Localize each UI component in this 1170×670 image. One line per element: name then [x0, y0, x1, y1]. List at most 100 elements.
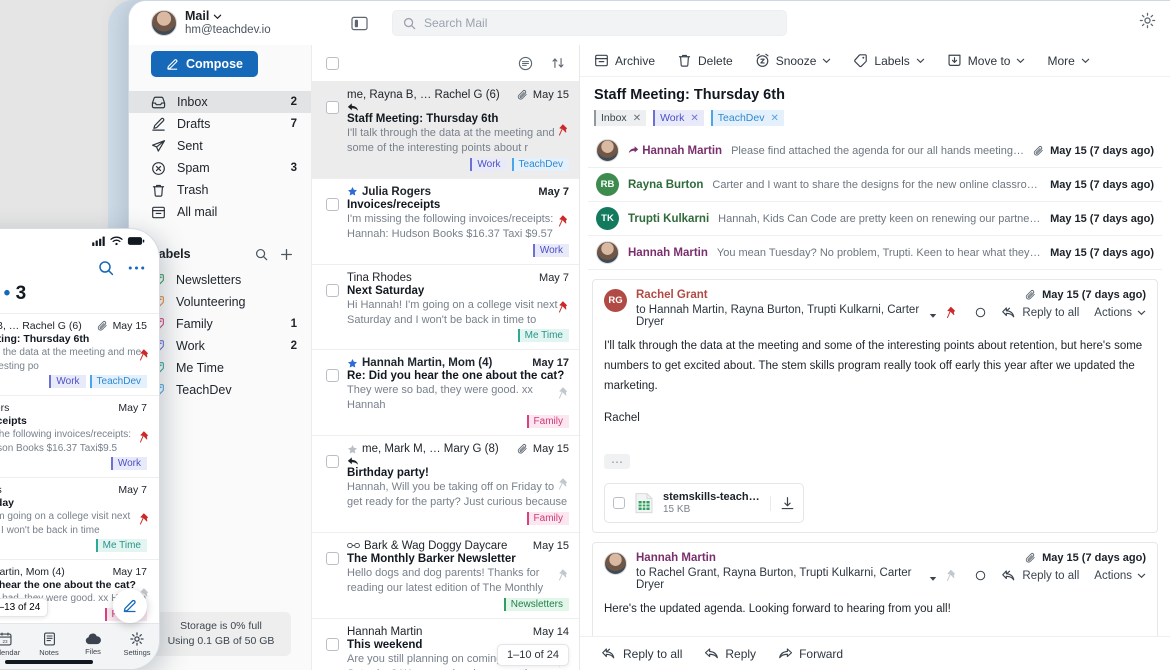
toolbar-snooze-button[interactable]: Snooze: [755, 53, 832, 68]
mobile-tab-settings[interactable]: Settings: [115, 632, 159, 657]
collapsed-message[interactable]: Hannah Martin Please find attached the a…: [588, 134, 1162, 168]
compose-button[interactable]: Compose: [151, 51, 258, 77]
pin-icon[interactable]: [558, 301, 571, 314]
sort-icon[interactable]: [551, 56, 565, 70]
sidebar-item-inbox[interactable]: Inbox 2: [129, 91, 311, 113]
thread-label-teachdev: TeachDev ✕: [710, 110, 784, 126]
message-checkbox[interactable]: [326, 455, 339, 469]
sidebar-item-sent[interactable]: Sent: [129, 135, 311, 157]
toggle-panel-icon[interactable]: [351, 16, 368, 31]
actions-menu-button[interactable]: Actions: [1094, 570, 1146, 582]
collapsed-message[interactable]: RB Rayna Burton Carter and I want to sha…: [588, 168, 1162, 202]
thread-messages[interactable]: Hannah Martin Please find attached the a…: [580, 134, 1170, 636]
message-labels: Me Time: [347, 329, 569, 343]
pin-icon[interactable]: [558, 215, 571, 228]
attachment-card[interactable]: stemskills-teachdev.xlsx 15 KB: [604, 483, 804, 524]
message-checkbox[interactable]: [326, 637, 339, 651]
settings-gear-icon[interactable]: [1139, 12, 1156, 29]
mobile-topbar: [0, 253, 159, 283]
search-box[interactable]: [392, 10, 787, 36]
toolbar-archive-button[interactable]: Archive: [594, 53, 655, 68]
pin-icon[interactable]: [558, 386, 571, 399]
forward-icon: [778, 646, 793, 661]
download-icon[interactable]: [770, 495, 795, 511]
mobile-message-item[interactable]: Julia Rogers May 7 voices/receipts n mis…: [0, 395, 159, 477]
sidebar-item-all mail[interactable]: All mail: [129, 201, 311, 223]
message-list-item[interactable]: Hannah Martin, Mom (4) May 17 Re: Did yo…: [312, 350, 579, 437]
message-list-item[interactable]: Julia Rogers May 7 Invoices/receipts I'm…: [312, 179, 579, 265]
pin-icon[interactable]: [139, 430, 152, 443]
message-checkbox[interactable]: [326, 101, 339, 114]
pin-icon[interactable]: [139, 512, 152, 525]
actions-menu-button[interactable]: Actions: [1094, 307, 1146, 319]
message-checkbox[interactable]: [326, 551, 339, 565]
mark-unread-icon[interactable]: [974, 306, 987, 319]
mark-unread-icon[interactable]: [974, 569, 987, 582]
filter-icon[interactable]: [518, 56, 533, 71]
toolbar-delete-button[interactable]: Delete: [677, 53, 733, 68]
sidebar-item-spam[interactable]: Spam 3: [129, 157, 311, 179]
message-recipients[interactable]: to Hannah Martin, Rayna Burton, Trupti K…: [636, 304, 937, 328]
message-checkbox[interactable]: [326, 197, 339, 211]
message-list-item[interactable]: me, Rayna B, … Rachel G (6) May 15 Staff…: [312, 82, 579, 179]
spam-icon: [151, 161, 166, 176]
toolbar-more-button[interactable]: More: [1047, 54, 1090, 68]
pin-message-icon[interactable]: [946, 306, 959, 319]
footer-reply-button[interactable]: Reply: [704, 646, 756, 661]
message-recipients[interactable]: to Rachel Grant, Rayna Burton, Trupti Ku…: [636, 567, 937, 591]
chevron-down-icon[interactable]: [213, 12, 222, 21]
message-checkbox[interactable]: [326, 283, 339, 297]
footer-reply-to-all-button[interactable]: Reply to all: [602, 646, 682, 661]
mobile-search-icon[interactable]: [98, 260, 114, 276]
reader-header: Staff Meeting: Thursday 6th Inbox ✕ Work…: [580, 77, 1170, 134]
message-list-item[interactable]: me, Mark M, … Mary G (8) May 15 Birthday…: [312, 436, 579, 533]
remove-label-icon[interactable]: ✕: [770, 113, 778, 124]
reply-to-all-button[interactable]: Reply to all: [1002, 568, 1079, 583]
pin-icon[interactable]: [558, 123, 571, 136]
chevron-down-icon[interactable]: [929, 313, 937, 319]
search-labels-icon[interactable]: [255, 248, 268, 261]
mobile-message-list[interactable]: e, Rayna B, … Rachel G (6) May 15 Staff …: [0, 313, 159, 623]
mobile-message-item[interactable]: na Rhodes May 7 ext Saturday Hannah, I'm…: [0, 477, 159, 559]
attachment-checkbox[interactable]: [613, 497, 625, 510]
mobile-compose-fab[interactable]: [113, 589, 147, 623]
select-all-checkbox[interactable]: [326, 56, 339, 70]
collapsed-message[interactable]: TK Trupti Kulkarni Hannah, Kids Can Code…: [588, 202, 1162, 236]
remove-label-icon[interactable]: ✕: [633, 113, 641, 124]
archive-icon: [594, 53, 609, 68]
mobile-date: May 17: [112, 566, 147, 578]
show-trimmed-content-button[interactable]: ⋯: [604, 454, 630, 470]
mobile-label-teachdev: TeachDev: [89, 375, 147, 388]
footer-forward-button[interactable]: Forward: [778, 646, 843, 661]
account-switcher[interactable]: Mail hm@teachdev.io: [129, 9, 309, 37]
mobile-tab-notes[interactable]: Notes: [27, 632, 71, 657]
message-list[interactable]: me, Rayna B, … Rachel G (6) May 15 Staff…: [312, 82, 579, 670]
mobile-tab-files[interactable]: Files: [71, 633, 115, 656]
sidebar-item-trash[interactable]: Trash: [129, 179, 311, 201]
star-icon[interactable]: [347, 358, 358, 369]
star-icon[interactable]: [347, 444, 358, 455]
pin-message-icon[interactable]: [946, 569, 959, 582]
mobile-message-item[interactable]: e, Rayna B, … Rachel G (6) May 15 Staff …: [0, 313, 159, 395]
chevron-down-icon[interactable]: [929, 576, 937, 582]
mobile-tab-calendar[interactable]: 23 Calendar: [0, 632, 27, 657]
message-list-item[interactable]: Tina Rhodes May 7 Next Saturday Hi Hanna…: [312, 265, 579, 351]
message-snippet: Hannah, Will you be taking off on Friday…: [347, 481, 568, 508]
mobile-more-icon[interactable]: [128, 265, 145, 271]
reply-to-all-button[interactable]: Reply to all: [1002, 305, 1079, 320]
search-input[interactable]: [424, 16, 776, 30]
message-checkbox[interactable]: [326, 369, 339, 383]
toolbar-move to-button[interactable]: Move to: [947, 53, 1026, 68]
star-icon[interactable]: [347, 186, 358, 197]
remove-label-icon[interactable]: ✕: [690, 113, 698, 124]
add-label-icon[interactable]: [280, 248, 293, 261]
sidebar-item-drafts[interactable]: Drafts 7: [129, 113, 311, 135]
message-date: May 15 (7 days ago): [946, 289, 1146, 301]
pin-icon[interactable]: [558, 569, 571, 582]
pin-icon[interactable]: [558, 477, 571, 490]
collapsed-message[interactable]: Hannah Martin You mean Tuesday? No probl…: [588, 236, 1162, 270]
expanded-message: RG Rachel Grant to Hannah Martin, Rayna …: [592, 279, 1158, 534]
toolbar-labels-button[interactable]: Labels: [853, 53, 925, 68]
message-list-item[interactable]: Bark & Wag Doggy Daycare May 15 The Mont…: [312, 533, 579, 619]
pin-icon[interactable]: [139, 348, 152, 361]
